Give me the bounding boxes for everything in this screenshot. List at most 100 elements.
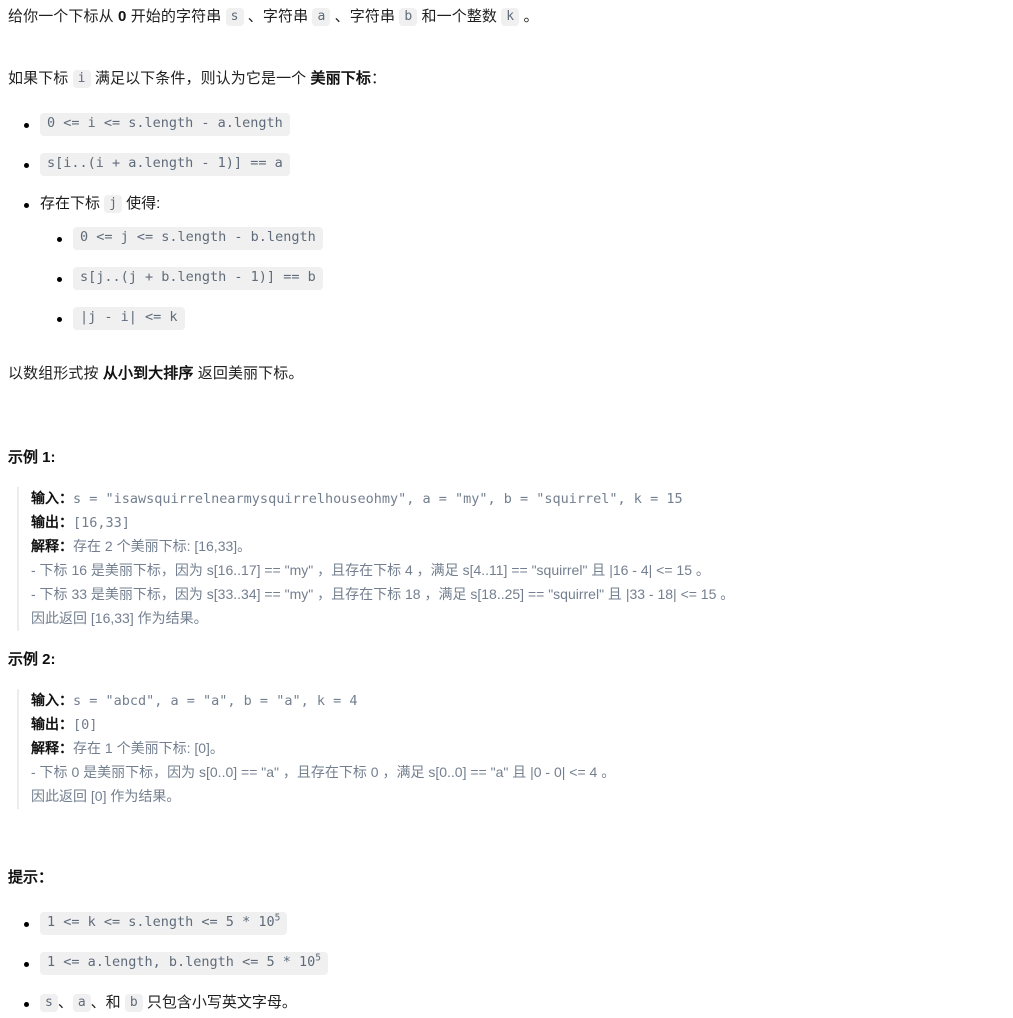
sub-condition-code-3: |j - i| <= k <box>73 307 185 330</box>
example-1-detail-line: - 下标 16 是美丽下标，因为 s[16..17] == "my" ，且存在下… <box>31 559 1003 583</box>
hint-separator-1: 、 <box>57 994 73 1011</box>
condition-text-2: 满足以下条件，则认为它是一个 <box>90 70 311 87</box>
condition-text-1: 如果下标 <box>8 70 73 87</box>
return-note-text-after: 返回美丽下标。 <box>193 365 304 382</box>
hints-title: 提示： <box>8 869 54 886</box>
sub-condition-code-1: 0 <= j <= s.length - b.length <box>73 227 323 250</box>
input-label: 输入： <box>31 490 73 506</box>
code-chip-i: i <box>72 70 91 88</box>
example-1-input-line: 输入：s = "isawsquirrelnearmysquirrelhouseo… <box>31 487 1003 511</box>
example-1-block: 输入：s = "isawsquirrelnearmysquirrelhouseo… <box>17 487 1003 631</box>
return-note-text-before: 以数组形式按 <box>8 365 103 382</box>
intro-text-4: 、字符串 <box>330 8 400 25</box>
code-chip-a: a <box>312 8 331 26</box>
detail-text: - 下标 0 是美丽下标，因为 s[0..0] == "a" ，且存在下标 0 … <box>31 764 616 780</box>
detail-text: 因此返回 [0] 作为结果。 <box>31 788 181 804</box>
code-chip-j: j <box>104 195 122 213</box>
sub-conditions-list: 0 <= j <= s.length - b.length s[j..(j + … <box>40 227 1003 333</box>
example-2-title: 示例 2: <box>8 651 56 668</box>
hint-code-chip-a: a <box>72 994 91 1012</box>
intro-text-6: 。 <box>519 8 539 25</box>
list-item: 1 <= a.length, b.length <= 5 * 105 <box>24 952 1003 978</box>
input-value: s = "isawsquirrelnearmysquirrelhouseohmy… <box>73 491 683 507</box>
output-label: 输出： <box>31 716 73 732</box>
list-item: |j - i| <= k <box>57 307 1003 333</box>
hint-separator-2: 、和 <box>90 994 125 1011</box>
hints-list: 1 <= k <= s.length <= 5 * 105 1 <= a.len… <box>8 912 1003 1018</box>
conditions-list: 0 <= i <= s.length - a.length s[i..(i + … <box>8 113 1003 333</box>
example-2-block: 输入：s = "abcd", a = "a", b = "a", k = 4 输… <box>17 689 1003 809</box>
sub-condition-code-2: s[j..(j + b.length - 1)] == b <box>73 267 323 290</box>
code-chip-k: k <box>501 8 520 26</box>
hint-code-2-text: 1 <= a.length, b.length <= 5 * 10 <box>47 954 316 970</box>
return-note-bold: 从小到大排序 <box>102 365 194 382</box>
input-label: 输入： <box>31 692 73 708</box>
output-value: [0] <box>73 717 98 733</box>
code-chip-b: b <box>399 8 418 26</box>
condition-code-1: 0 <= i <= s.length - a.length <box>40 113 290 136</box>
intro-paragraph-1: 给你一个下标从 0 开始的字符串 s 、字符串 a 、字符串 b 和一个整数 k… <box>8 6 1003 28</box>
example-2-input-line: 输入：s = "abcd", a = "a", b = "a", k = 4 <box>31 689 1003 713</box>
detail-text: 因此返回 [16,33] 作为结果。 <box>31 610 208 626</box>
code-chip-s: s <box>225 8 244 26</box>
example-1-detail-line: 因此返回 [16,33] 作为结果。 <box>31 607 1003 631</box>
example-1-detail-line: - 下标 33 是美丽下标，因为 s[33..34] == "my" ，且存在下… <box>31 583 1003 607</box>
list-item: 1 <= k <= s.length <= 5 * 105 <box>24 912 1003 938</box>
hint-code-1-exponent: 5 <box>274 912 281 924</box>
intro-text-2: 开始的字符串 <box>126 8 226 25</box>
exists-index-text-before: 存在下标 <box>40 195 105 212</box>
beautiful-index-bold: 美丽下标 <box>310 70 371 87</box>
condition-code-2: s[i..(i + a.length - 1)] == a <box>40 153 290 176</box>
hint-code-1: 1 <= k <= s.length <= 5 * 105 <box>40 912 288 935</box>
hint-text-3: 只包含小写英文字母。 <box>142 994 297 1011</box>
explain-value: 存在 2 个美丽下标: [16,33]。 <box>73 538 252 554</box>
list-item: s[i..(i + a.length - 1)] == a <box>24 153 1003 179</box>
input-value: s = "abcd", a = "a", b = "a", k = 4 <box>73 693 358 709</box>
example-1-explain-line: 解释：存在 2 个美丽下标: [16,33]。 <box>31 535 1003 559</box>
example-1-output-line: 输出：[16,33] <box>31 511 1003 535</box>
list-item: 0 <= j <= s.length - b.length <box>57 227 1003 253</box>
example-1-title: 示例 1: <box>8 449 56 466</box>
intro-text-5: 和一个整数 <box>417 8 502 25</box>
explain-value: 存在 1 个美丽下标: [0]。 <box>73 740 224 756</box>
output-value: [16,33] <box>73 515 130 531</box>
list-item: s[j..(j + b.length - 1)] == b <box>57 267 1003 293</box>
output-label: 输出： <box>31 514 73 530</box>
exists-index-text-after: 使得: <box>122 195 161 212</box>
example-2-explain-line: 解释：存在 1 个美丽下标: [0]。 <box>31 737 1003 761</box>
problem-description-page: 给你一个下标从 0 开始的字符串 s 、字符串 a 、字符串 b 和一个整数 k… <box>0 0 1013 1018</box>
example-2-detail-line: - 下标 0 是美丽下标，因为 s[0..0] == "a" ，且存在下标 0 … <box>31 761 1003 785</box>
hint-code-1-text: 1 <= k <= s.length <= 5 * 10 <box>47 914 275 930</box>
example-2-detail-line: 因此返回 [0] 作为结果。 <box>31 785 1003 809</box>
intro-paragraph-2: 如果下标 i 满足以下条件，则认为它是一个 美丽下标： <box>8 68 1003 90</box>
hint-code-2-exponent: 5 <box>315 952 321 964</box>
example-2-output-line: 输出：[0] <box>31 713 1003 737</box>
hint-code-chip-s: s <box>40 994 58 1012</box>
condition-text-3: ： <box>370 70 387 87</box>
hint-code-2: 1 <= a.length, b.length <= 5 * 105 <box>40 952 328 975</box>
list-item: 存在下标 j 使得: 0 <= j <= s.length - b.length… <box>24 193 1003 333</box>
intro-text-3: 、字符串 <box>243 8 313 25</box>
detail-text: - 下标 16 是美丽下标，因为 s[16..17] == "my" ，且存在下… <box>31 562 710 578</box>
return-note: 以数组形式按 从小到大排序 返回美丽下标。 <box>8 363 1003 385</box>
detail-text: - 下标 33 是美丽下标，因为 s[33..34] == "my" ，且存在下… <box>31 586 735 602</box>
hint-code-chip-b: b <box>124 994 143 1012</box>
explain-label: 解释： <box>31 538 73 554</box>
list-item: 0 <= i <= s.length - a.length <box>24 113 1003 139</box>
